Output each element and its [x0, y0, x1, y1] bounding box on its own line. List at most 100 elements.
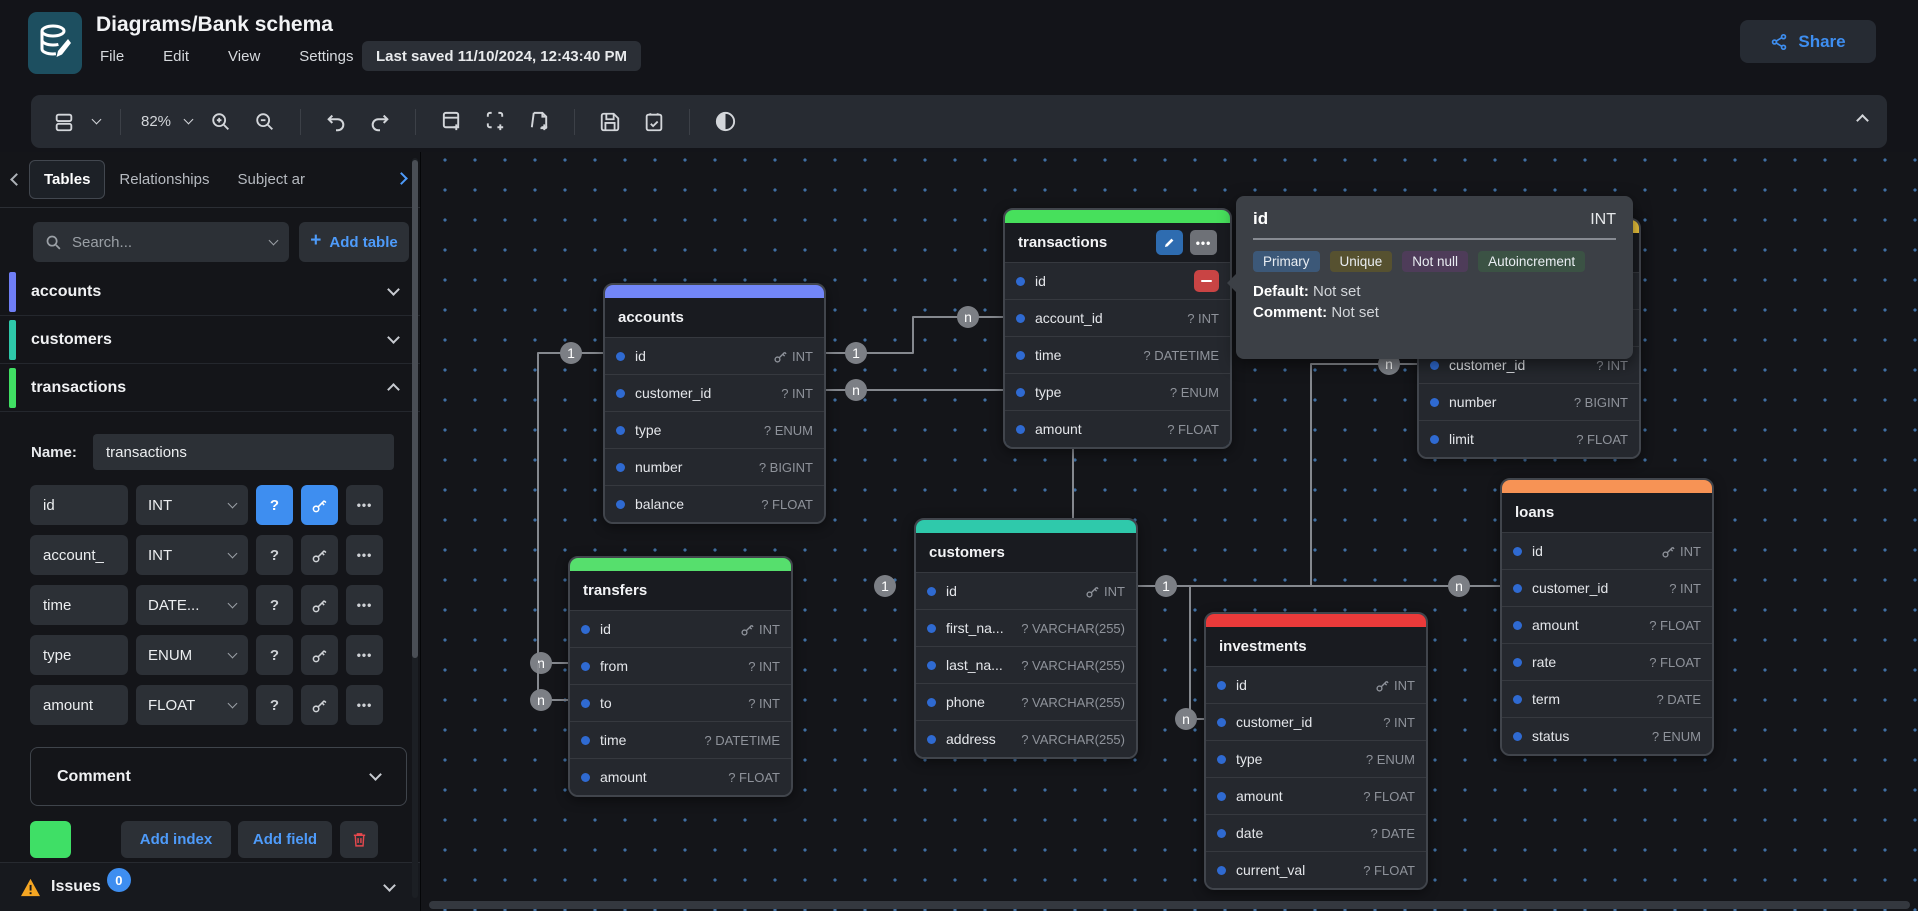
table-field-row[interactable]: id INT	[916, 572, 1136, 609]
table-title[interactable]: accounts	[605, 298, 824, 337]
table-field-row[interactable]: time? DATETIME	[1005, 336, 1230, 373]
table-name-input[interactable]: transactions	[93, 434, 394, 470]
table-color-swatch[interactable]	[30, 821, 71, 858]
table-field-row[interactable]: address? VARCHAR(255)	[916, 720, 1136, 757]
field-primary-toggle[interactable]	[301, 535, 338, 575]
table-field-row[interactable]: id INT	[1502, 532, 1712, 569]
table-title[interactable]: customers	[916, 533, 1136, 572]
save-icon[interactable]	[595, 107, 625, 137]
issues-bar[interactable]: Issues 0	[0, 862, 420, 911]
add-area-icon[interactable]	[480, 107, 510, 137]
layout-caret-icon[interactable]	[92, 115, 102, 125]
field-type-select[interactable]: ENUM	[136, 635, 248, 675]
field-more-button[interactable]: •••	[346, 535, 383, 575]
delete-table-button[interactable]	[340, 821, 378, 858]
zoom-out-icon[interactable]	[250, 107, 280, 137]
sidebar-table-transactions[interactable]: transactions	[0, 364, 420, 412]
table-field-row[interactable]: date? DATE	[1206, 814, 1426, 851]
layout-icon[interactable]	[49, 107, 79, 137]
table-field-row[interactable]: current_val? FLOAT	[1206, 851, 1426, 888]
canvas-table-transactions[interactable]: transactions•••idaccount_id? INTtime? DA…	[1003, 208, 1232, 449]
field-more-button[interactable]: •••	[346, 485, 383, 525]
add-table-icon[interactable]	[436, 107, 466, 137]
add-index-button[interactable]: Add index	[121, 821, 231, 858]
field-primary-toggle[interactable]	[301, 485, 338, 525]
table-more-button[interactable]: •••	[1190, 230, 1217, 255]
field-type-select[interactable]: DATE...	[136, 585, 248, 625]
table-field-row[interactable]: amount? FLOAT	[1005, 410, 1230, 447]
table-field-row[interactable]: time? DATETIME	[570, 721, 791, 758]
toolbar-collapse-icon[interactable]	[1856, 114, 1869, 127]
field-name-input[interactable]: time	[30, 585, 128, 625]
table-title[interactable]: loans	[1502, 493, 1712, 532]
table-field-row[interactable]: to? INT	[570, 684, 791, 721]
table-field-row[interactable]: type? ENUM	[1206, 740, 1426, 777]
sidebar-scrollbar-thumb[interactable]	[412, 160, 418, 658]
table-field-row[interactable]: limit? FLOAT	[1419, 420, 1639, 457]
field-more-button[interactable]: •••	[346, 685, 383, 725]
add-note-icon[interactable]	[524, 107, 554, 137]
field-type-select[interactable]: INT	[136, 485, 248, 525]
field-primary-toggle[interactable]	[301, 685, 338, 725]
field-nullable-toggle[interactable]: ?	[256, 535, 293, 575]
field-nullable-toggle[interactable]: ?	[256, 485, 293, 525]
tab-subject-ar[interactable]: Subject ar	[223, 161, 319, 198]
redo-icon[interactable]	[365, 107, 395, 137]
relationship-line[interactable]	[1311, 364, 1417, 586]
field-name-input[interactable]: type	[30, 635, 128, 675]
field-more-button[interactable]: •••	[346, 585, 383, 625]
table-field-row[interactable]: amount? FLOAT	[1206, 777, 1426, 814]
table-field-row[interactable]: amount? FLOAT	[1502, 606, 1712, 643]
delete-field-button[interactable]	[1194, 270, 1219, 292]
table-field-row[interactable]: from? INT	[570, 647, 791, 684]
field-type-select[interactable]: FLOAT	[136, 685, 248, 725]
canvas-table-customers[interactable]: customersid INTfirst_na...? VARCHAR(255)…	[914, 518, 1138, 759]
field-nullable-toggle[interactable]: ?	[256, 635, 293, 675]
table-field-row[interactable]: first_na...? VARCHAR(255)	[916, 609, 1136, 646]
comment-collapse[interactable]: Comment	[30, 747, 407, 806]
table-field-row[interactable]: phone? VARCHAR(255)	[916, 683, 1136, 720]
menu-item-settings[interactable]: Settings	[293, 44, 359, 69]
sidebar-scrollbar[interactable]	[412, 158, 418, 898]
zoom-level[interactable]: 82%	[141, 113, 171, 130]
tabs-scroll-left-icon[interactable]	[10, 173, 23, 186]
field-primary-toggle[interactable]	[301, 585, 338, 625]
zoom-caret-icon[interactable]	[184, 115, 194, 125]
field-name-input[interactable]: id	[30, 485, 128, 525]
table-field-row[interactable]: id INT	[605, 337, 824, 374]
table-field-row[interactable]: id INT	[1206, 666, 1426, 703]
table-title[interactable]: transactions•••	[1005, 223, 1230, 262]
theme-icon[interactable]	[710, 107, 740, 137]
tabs-scroll-right-icon[interactable]	[395, 172, 408, 185]
menu-item-view[interactable]: View	[222, 44, 266, 69]
zoom-in-icon[interactable]	[206, 107, 236, 137]
canvas-table-transfers[interactable]: transfersid INTfrom? INTto? INTtime? DAT…	[568, 556, 793, 797]
table-field-row[interactable]: customer_id? INT	[1206, 703, 1426, 740]
table-field-row[interactable]: number? BIGINT	[605, 448, 824, 485]
table-field-row[interactable]: id INT	[570, 610, 791, 647]
search-input[interactable]: Search...	[33, 222, 289, 262]
tab-tables[interactable]: Tables	[29, 160, 105, 199]
field-type-select[interactable]: INT	[136, 535, 248, 575]
table-title[interactable]: investments	[1206, 627, 1426, 666]
field-name-input[interactable]: account_	[30, 535, 128, 575]
menu-item-edit[interactable]: Edit	[157, 44, 195, 69]
menu-item-file[interactable]: File	[94, 44, 130, 69]
sidebar-table-customers[interactable]: customers	[0, 316, 420, 364]
undo-icon[interactable]	[321, 107, 351, 137]
table-field-row[interactable]: last_na...? VARCHAR(255)	[916, 646, 1136, 683]
relationship-line[interactable]	[1190, 586, 1204, 719]
table-field-row[interactable]: balance? FLOAT	[605, 485, 824, 522]
todo-icon[interactable]	[639, 107, 669, 137]
table-field-row[interactable]: status? ENUM	[1502, 717, 1712, 754]
field-nullable-toggle[interactable]: ?	[256, 585, 293, 625]
add-field-button[interactable]: Add field	[238, 821, 332, 858]
edit-table-button[interactable]	[1156, 230, 1183, 255]
canvas-table-accounts[interactable]: accountsid INTcustomer_id? INTtype? ENUM…	[603, 283, 826, 524]
app-logo-icon[interactable]	[28, 12, 82, 74]
table-field-row[interactable]: customer_id? INT	[1502, 569, 1712, 606]
table-field-row[interactable]: number? BIGINT	[1419, 383, 1639, 420]
search-caret-icon[interactable]	[269, 235, 279, 245]
table-field-row[interactable]: customer_id? INT	[605, 374, 824, 411]
tab-relationships[interactable]: Relationships	[105, 161, 223, 198]
